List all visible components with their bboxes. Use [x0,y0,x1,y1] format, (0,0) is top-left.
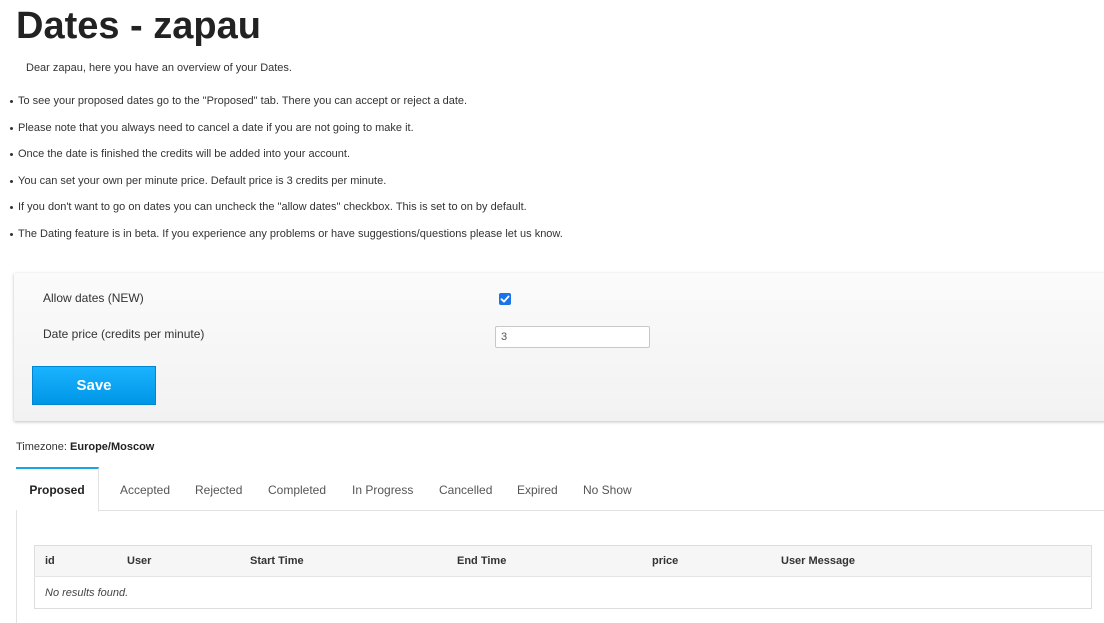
tab-in-progress[interactable]: In Progress [352,467,413,510]
info-list-item: If you don't want to go on dates you can… [0,198,563,225]
intro-text: Dear zapau, here you have an overview of… [26,62,292,74]
settings-panel: Allow dates (NEW) Date price (credits pe… [14,273,1104,421]
info-list-item: Please note that you always need to canc… [0,119,563,146]
column-header-start-time[interactable]: Start Time [240,545,447,577]
info-list-item: To see your proposed dates go to the "Pr… [0,92,563,119]
date-price-label: Date price (credits per minute) [43,327,205,341]
tab-expired[interactable]: Expired [517,467,558,510]
column-header-user-message[interactable]: User Message [771,545,1092,577]
info-list-item: Once the date is finished the credits wi… [0,145,563,172]
empty-results-message: No results found. [45,586,129,599]
column-header-user[interactable]: User [117,545,240,577]
tab-proposed[interactable]: Proposed [16,467,99,512]
tab-no-show[interactable]: No Show [583,467,632,510]
tab-accepted[interactable]: Accepted [120,467,170,510]
date-status-tabs: Proposed Accepted Rejected Completed In … [16,467,1104,512]
column-header-end-time[interactable]: End Time [447,545,642,577]
timezone-info: Timezone: Europe/Moscow [16,441,154,453]
info-list-item: You can set your own per minute price. D… [0,172,563,199]
tab-content: id User Start Time End Time price User M… [16,510,1104,623]
tab-completed[interactable]: Completed [268,467,326,510]
info-list: To see your proposed dates go to the "Pr… [0,92,563,252]
timezone-label: Timezone: [16,441,67,453]
column-header-id[interactable]: id [34,545,117,577]
tab-cancelled[interactable]: Cancelled [439,467,492,510]
column-header-price[interactable]: price [642,545,771,577]
table-header-row: id User Start Time End Time price User M… [34,545,1092,577]
table-row: No results found. [35,577,1092,609]
page-title: Dates - zapau [16,5,261,47]
dates-page: Dates - zapau Dear zapau, here you have … [0,0,1104,623]
checkmark-icon [500,295,510,303]
allow-dates-checkbox[interactable] [499,293,511,305]
allow-dates-label: Allow dates (NEW) [43,291,144,305]
save-button[interactable]: Save [32,366,156,405]
info-list-item: The Dating feature is in beta. If you ex… [0,225,563,252]
tab-rejected[interactable]: Rejected [195,467,242,510]
date-price-input[interactable] [495,326,650,348]
timezone-value: Europe/Moscow [70,441,155,453]
dates-table: id User Start Time End Time price User M… [34,545,1092,609]
